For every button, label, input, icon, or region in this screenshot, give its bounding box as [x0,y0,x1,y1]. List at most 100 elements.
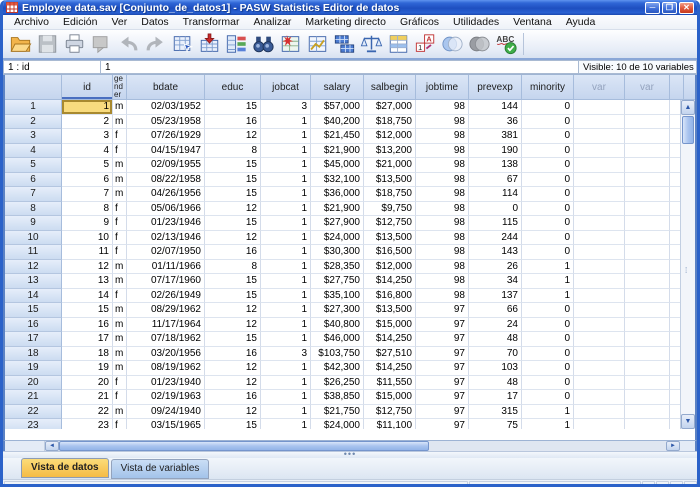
cell[interactable] [670,129,680,144]
cell[interactable]: 144 [469,100,522,115]
maximize-button[interactable]: ❐ [662,2,677,14]
cell[interactable]: f [113,216,127,231]
column-header-var-10[interactable]: var [574,75,625,100]
cell[interactable]: 1 [261,303,311,318]
variables-icon[interactable] [223,31,250,57]
cell[interactable] [625,419,670,429]
cell[interactable]: 1 [261,216,311,231]
cell[interactable]: 1 [522,405,574,420]
cell[interactable]: 138 [469,158,522,173]
cell[interactable]: 1 [261,158,311,173]
cell[interactable]: 315 [469,405,522,420]
cell[interactable]: 0 [522,303,574,318]
cell[interactable] [574,347,625,362]
row-header-17[interactable]: 17 [5,332,62,347]
cell[interactable]: 0 [522,173,574,188]
cell[interactable] [625,260,670,275]
scroll-left-button[interactable]: ◄ [45,441,59,451]
cell[interactable] [574,100,625,115]
cell[interactable]: 15 [62,303,113,318]
cell[interactable]: $13,500 [364,303,416,318]
cell[interactable]: 17 [469,390,522,405]
cell[interactable]: $14,250 [364,361,416,376]
cell[interactable]: 09/24/1940 [127,405,205,420]
cell[interactable]: $21,000 [364,158,416,173]
column-header-jobtime[interactable]: jobtime [416,75,469,100]
cell[interactable]: 12 [205,376,261,391]
cell[interactable] [670,390,680,405]
cell[interactable]: 98 [416,216,469,231]
weight-cases-icon[interactable] [358,31,385,57]
cell[interactable]: 08/22/1958 [127,173,205,188]
cell[interactable]: $27,750 [311,274,364,289]
cell[interactable] [574,216,625,231]
cell[interactable]: 11/17/1964 [127,318,205,333]
cell[interactable]: 04/15/1947 [127,144,205,159]
cell[interactable]: 97 [416,318,469,333]
cell[interactable]: 12 [205,405,261,420]
cell[interactable]: 98 [416,115,469,130]
cell[interactable]: 1 [522,260,574,275]
cell[interactable]: 4 [62,144,113,159]
spell-check-icon[interactable]: ABC [493,31,520,57]
cell[interactable]: 66 [469,303,522,318]
row-header-7[interactable]: 7 [5,187,62,202]
menu-item-archivo[interactable]: Archivo [7,15,56,29]
cell[interactable]: $42,300 [311,361,364,376]
cell[interactable]: m [113,347,127,362]
cell[interactable]: 15 [205,158,261,173]
cell[interactable]: 18 [62,347,113,362]
cell[interactable]: 6 [62,173,113,188]
cell[interactable] [574,390,625,405]
cell[interactable]: 8 [205,144,261,159]
column-header-empty[interactable] [670,75,684,100]
cell[interactable]: 14 [62,289,113,304]
cell[interactable]: m [113,260,127,275]
cell[interactable]: 97 [416,419,469,429]
cell[interactable]: 07/18/1962 [127,332,205,347]
cell[interactable]: 1 [261,202,311,217]
cell[interactable]: 0 [522,144,574,159]
cell[interactable]: m [113,405,127,420]
cell[interactable]: 3 [62,129,113,144]
goto-case-icon[interactable] [169,31,196,57]
cell[interactable]: 97 [416,303,469,318]
grid-corner-cell[interactable] [5,75,62,100]
cell[interactable] [625,332,670,347]
cell[interactable]: 98 [416,245,469,260]
menu-item-ayuda[interactable]: Ayuda [559,15,603,29]
cell[interactable]: 3 [261,100,311,115]
cell[interactable]: 11 [62,245,113,260]
cell[interactable]: $9,750 [364,202,416,217]
cell[interactable]: 97 [416,405,469,420]
column-header-bdate[interactable]: bdate [127,75,205,100]
cell[interactable] [574,361,625,376]
cell[interactable] [670,260,680,275]
cell[interactable]: 115 [469,216,522,231]
cell[interactable] [625,187,670,202]
tab-vista-de-variables[interactable]: Vista de variables [111,459,210,479]
cell[interactable]: 9 [62,216,113,231]
cell[interactable]: $26,250 [311,376,364,391]
menu-item-ventana[interactable]: Ventana [506,15,559,29]
cell[interactable]: 1 [261,245,311,260]
cell[interactable]: 0 [522,318,574,333]
cell[interactable] [670,318,680,333]
cell[interactable] [625,115,670,130]
row-header-2[interactable]: 2 [5,115,62,130]
cell[interactable]: 98 [416,158,469,173]
cell[interactable] [625,173,670,188]
cell[interactable]: 98 [416,289,469,304]
cell[interactable]: $21,750 [311,405,364,420]
cell[interactable] [574,260,625,275]
cell[interactable]: f [113,390,127,405]
cell[interactable]: m [113,100,127,115]
cell[interactable]: 70 [469,347,522,362]
cell[interactable] [625,216,670,231]
cell[interactable]: 24 [469,318,522,333]
cell[interactable]: 137 [469,289,522,304]
cell[interactable] [625,202,670,217]
cell[interactable]: $27,510 [364,347,416,362]
cell[interactable]: 0 [522,100,574,115]
cell[interactable] [670,173,680,188]
